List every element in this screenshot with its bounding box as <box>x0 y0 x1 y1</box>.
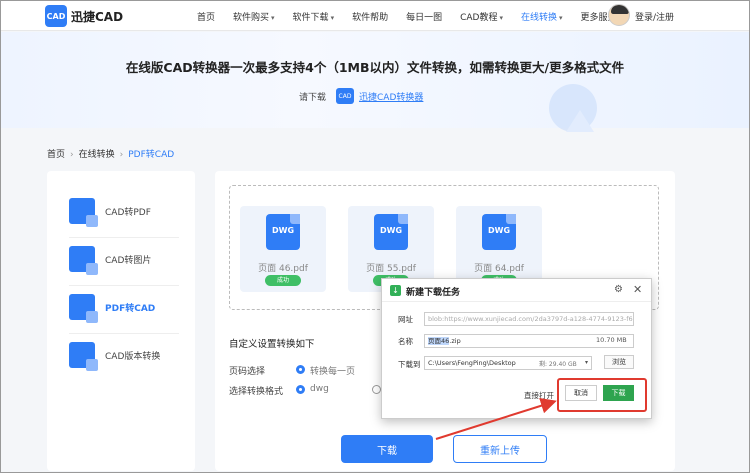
breadcrumb-separator: › <box>70 150 74 160</box>
chevron-down-icon: ▾ <box>271 13 275 22</box>
banner-subtitle: 请下载 CAD 迅捷CAD转换器 <box>299 88 423 104</box>
url-label: 网址 <box>398 315 413 324</box>
sidebar-item-cad-version[interactable]: CAD版本转换 <box>69 333 169 377</box>
nav-item-6[interactable]: 在线转换 ▾ <box>521 10 563 23</box>
sidebar-item-pdf-to-cad[interactable]: PDF转CAD <box>69 285 169 329</box>
file-name: 页面 64.pdf <box>474 264 524 274</box>
breadcrumb-online-convert[interactable]: 在线转换 <box>79 150 115 160</box>
highlight-box <box>557 378 647 412</box>
breadcrumb-separator: › <box>119 150 124 160</box>
filename-selected: 页面46 <box>428 337 450 345</box>
dwg-file-icon: DWG <box>374 214 408 250</box>
file-card[interactable]: DWG 页面 46.pdf 成功 <box>240 206 326 292</box>
file-name: 页面 55.pdf <box>366 264 416 274</box>
cad-to-pdf-icon <box>69 198 98 227</box>
divider <box>382 301 651 302</box>
sidebar-item-cad-to-image[interactable]: CAD转图片 <box>69 237 169 281</box>
page-every-label: 转换每一页 <box>310 367 356 377</box>
nav-item-4[interactable]: 每日一图 <box>406 10 442 23</box>
top-navbar: CAD 迅捷CAD 首页 软件购买 ▾ 软件下载 ▾ 软件帮助 每日一图 CAD教程 ▾ 在线转换… <box>1 1 749 31</box>
logo-text[interactable]: 迅捷CAD <box>71 8 123 25</box>
breadcrumb-home[interactable]: 首页 <box>47 150 65 160</box>
name-label: 名称 <box>398 337 413 346</box>
nav-item-0[interactable]: 首页 <box>197 10 215 23</box>
status-badge: 成功 <box>265 275 301 286</box>
chevron-down-icon: ▾ <box>499 13 503 22</box>
format-select-label: 选择转换格式 <box>229 387 284 397</box>
dwg-file-icon: DWG <box>266 214 300 250</box>
banner-prefix: 请下载 <box>299 92 327 103</box>
nav-item-2[interactable]: 软件下载 ▾ <box>293 10 335 23</box>
promo-banner: 在线版CAD转换器一次最多支持4个（1MB以内）文件转换，如需转换更大/更多格式… <box>1 32 749 132</box>
file-name: 页面 46.pdf <box>258 264 308 274</box>
cad-version-icon <box>69 342 98 371</box>
nav-item-1[interactable]: 软件购买 ▾ <box>233 10 275 23</box>
nav-item-label: 首页 <box>197 12 216 23</box>
converter-sidebar: CAD转PDF CAD转图片 PDF转CAD CAD版本转换 <box>47 171 195 471</box>
main-nav: 首页软件购买▾软件下载▾软件帮助每日一图CAD教程▾在线转换▾更多服务▾ <box>197 1 640 31</box>
url-field[interactable]: blob:https://www.xunjiecad.com/2da3797d-… <box>424 312 634 326</box>
nav-item-5[interactable]: CAD教程 ▾ <box>460 10 503 23</box>
format-dwg-radio[interactable] <box>296 385 305 394</box>
settings-title: 自定义设置转换如下 <box>229 339 315 350</box>
filename-ext: .zip <box>449 337 461 345</box>
dialog-title: 新建下载任务 <box>406 288 461 298</box>
save-to-label: 下载到 <box>398 360 421 369</box>
download-arrow-icon: ↓ <box>390 285 401 296</box>
nav-item-label: 软件下载 <box>292 12 329 23</box>
nav-item-3[interactable]: 软件帮助 <box>352 10 388 23</box>
file-type: DWG <box>379 226 403 235</box>
breadcrumb-current: PDF转CAD <box>128 150 175 160</box>
gear-icon[interactable]: ⚙ <box>614 284 623 295</box>
pdf-to-cad-icon <box>69 294 98 323</box>
format-dwg-label: dwg <box>310 384 329 394</box>
format-other-radio[interactable] <box>372 385 381 394</box>
sidebar-item-label: CAD转PDF <box>105 207 151 218</box>
sidebar-item-label: CAD版本转换 <box>105 351 161 362</box>
chevron-down-icon[interactable]: ▾ <box>585 359 588 366</box>
browse-button[interactable]: 浏览 <box>604 355 634 369</box>
open-directly-button[interactable]: 直接打开 <box>524 390 554 401</box>
nav-item-label: 在线转换 <box>521 12 558 23</box>
reupload-button[interactable]: 重新上传 <box>453 435 547 463</box>
avatar[interactable] <box>608 4 630 26</box>
banner-title: 在线版CAD转换器一次最多支持4个（1MB以内）文件转换，如需转换更大/更多格式… <box>125 60 625 75</box>
free-space: 剩: 29.40 GB <box>539 361 577 368</box>
close-icon[interactable]: ✕ <box>633 283 642 296</box>
converter-download-link[interactable]: 迅捷CAD转换器 <box>359 90 423 103</box>
breadcrumb: 首页 › 在线转换 › PDF转CAD <box>47 147 174 160</box>
file-type: DWG <box>487 226 511 235</box>
sidebar-item-label: PDF转CAD <box>105 303 156 314</box>
file-size: 10.70 MB <box>596 336 627 344</box>
nav-item-label: CAD教程 <box>460 12 498 23</box>
sidebar-item-cad-to-pdf[interactable]: CAD转PDF <box>69 189 169 233</box>
logo-icon[interactable]: CAD <box>45 5 67 27</box>
chevron-down-icon: ▾ <box>330 13 335 22</box>
page-select-label: 页码选择 <box>229 367 266 377</box>
download-button[interactable]: 下载 <box>341 435 433 463</box>
sidebar-item-label: CAD转图片 <box>105 255 152 266</box>
login-link[interactable]: 登录/注册 <box>635 10 674 23</box>
file-type: DWG <box>271 226 295 235</box>
page-every-radio[interactable] <box>296 365 305 374</box>
dwg-file-icon: DWG <box>482 214 516 250</box>
chevron-down-icon: ▾ <box>559 13 563 22</box>
nav-item-label: 每日一图 <box>406 12 443 23</box>
nav-item-label: 软件帮助 <box>352 12 389 23</box>
cad-logo-icon: CAD <box>336 88 355 104</box>
decor-triangle <box>566 110 594 132</box>
nav-item-label: 软件购买 <box>233 12 270 23</box>
cad-to-image-icon <box>69 246 98 275</box>
